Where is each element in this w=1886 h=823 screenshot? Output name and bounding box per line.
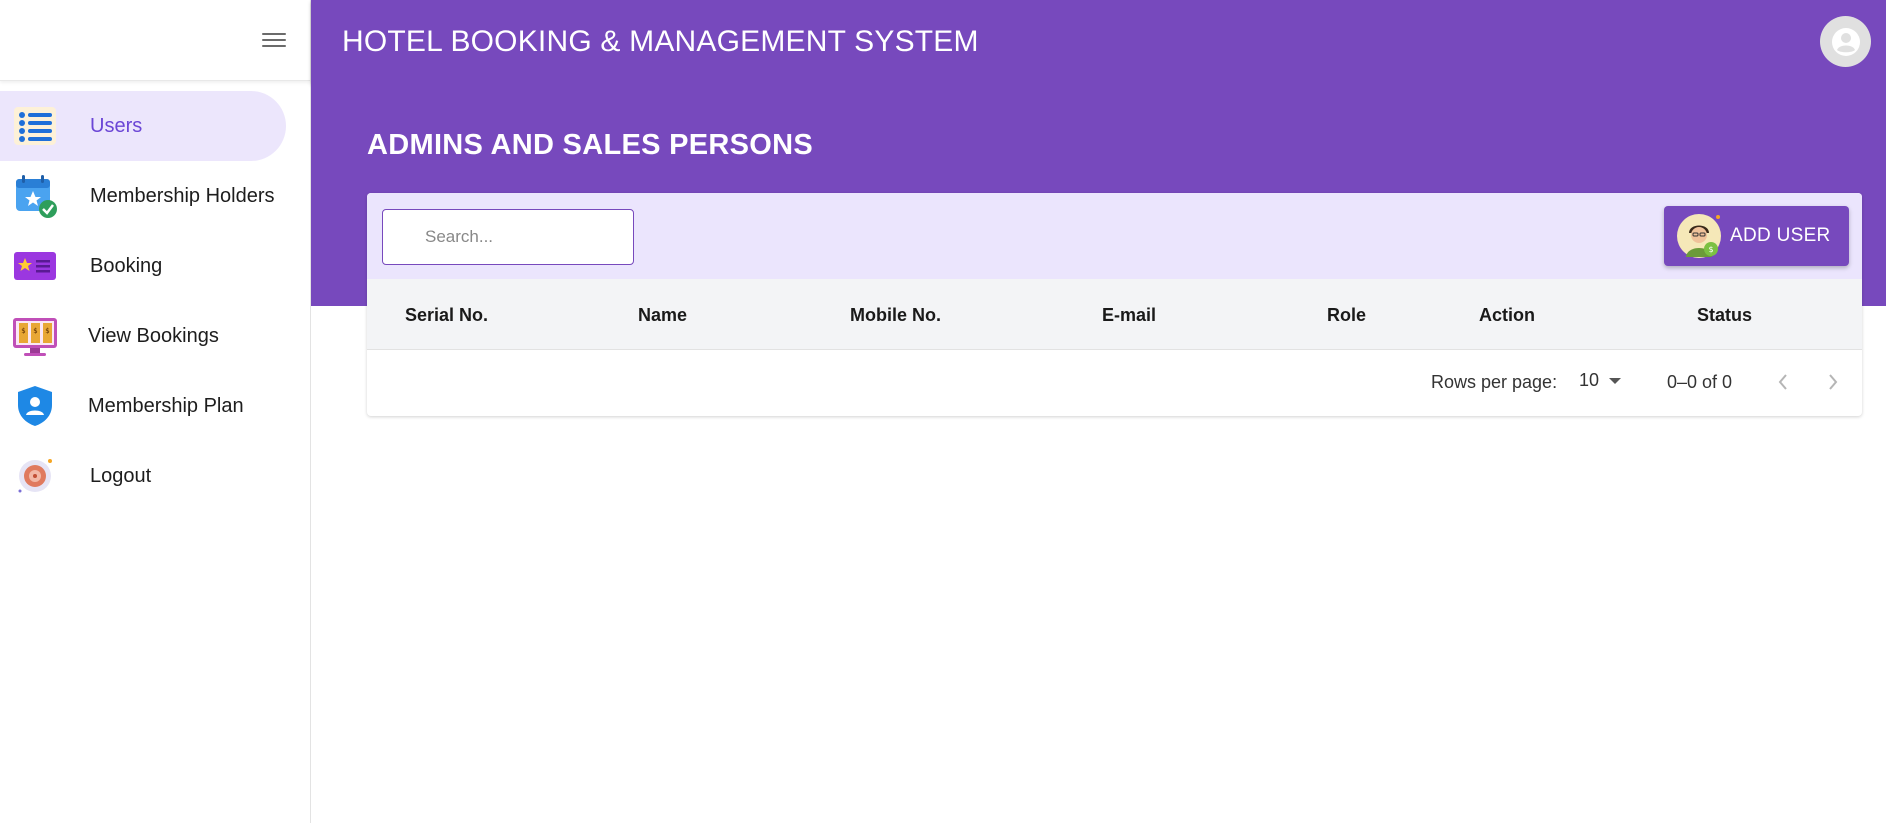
app-title: HOTEL BOOKING & MANAGEMENT SYSTEM [342,25,979,58]
ticket-star-icon [10,241,60,291]
svg-text:$: $ [33,327,37,335]
rows-per-page-value: 10 [1579,370,1600,390]
pagination-range: 0–0 of 0 [1667,372,1733,392]
sidebar-item-membership-holders[interactable]: Membership Holders [0,161,310,231]
rows-per-page-select[interactable]: 10 [1579,370,1622,391]
table-toolbar: $ ADD USER [367,193,1862,279]
column-header-mobile[interactable]: Mobile No. [850,305,941,326]
sidebar-item-label: Membership Plan [88,394,244,417]
users-table-card: $ ADD USER Serial No. Name Mobile No. E-… [367,193,1862,416]
sidebar-item-label: View Bookings [88,324,219,347]
add-user-button[interactable]: $ ADD USER [1664,206,1849,266]
sidebar-item-logout[interactable]: Logout [0,441,310,511]
svg-text:$: $ [45,327,49,335]
column-header-role[interactable]: Role [1327,305,1366,326]
app-header: HOTEL BOOKING & MANAGEMENT SYSTEM [311,0,1886,83]
menu-icon[interactable] [262,29,286,51]
sidebar-item-view-bookings[interactable]: $ $ $ View Bookings [0,301,310,371]
next-page-button[interactable] [1822,370,1844,394]
account-circle-icon [1831,27,1860,56]
add-user-label: ADD USER [1730,225,1831,246]
sidebar-item-booking[interactable]: Booking [0,231,310,301]
svg-text:$: $ [1708,245,1713,254]
sidebar-item-label: Booking [90,254,163,277]
chevron-right-icon [1829,374,1838,390]
column-header-name[interactable]: Name [638,305,687,326]
sidebar-item-users[interactable]: Users [0,91,286,161]
user-avatar-icon: $ [1676,213,1722,259]
account-avatar-button[interactable] [1820,16,1871,67]
chevron-left-icon [1778,374,1787,390]
rows-per-page-label: Rows per page: [1431,372,1558,392]
sidebar-item-label: Users [90,114,143,137]
calendar-star-check-icon [10,171,60,221]
monitor-bookings-icon: $ $ $ [10,311,60,361]
column-header-action[interactable]: Action [1479,305,1535,326]
page-title: ADMINS AND SALES PERSONS [367,129,814,161]
previous-page-button[interactable] [1772,370,1794,394]
sidebar-item-label: Membership Holders [90,184,275,207]
sidebar-nav: Users Membership Holders Booking $ $ $ V… [0,91,310,511]
logout-icon [10,451,60,501]
sidebar-header [0,0,310,81]
sidebar-item-membership-plan[interactable]: Membership Plan [0,371,310,441]
table-header-row: Serial No. Name Mobile No. E-mail Role A… [367,279,1862,350]
column-header-email[interactable]: E-mail [1102,305,1156,326]
svg-text:$: $ [21,327,25,335]
table-pagination: Rows per page: 10 0–0 of 0 [367,350,1862,415]
column-header-serial[interactable]: Serial No. [405,305,488,326]
search-input[interactable] [382,209,634,265]
sidebar-item-label: Logout [90,464,152,487]
caret-down-icon [1609,377,1622,384]
sidebar: Users Membership Holders Booking $ $ $ V… [0,0,311,823]
users-list-icon [10,101,60,151]
shield-user-icon [10,381,60,431]
column-header-status[interactable]: Status [1697,305,1752,326]
